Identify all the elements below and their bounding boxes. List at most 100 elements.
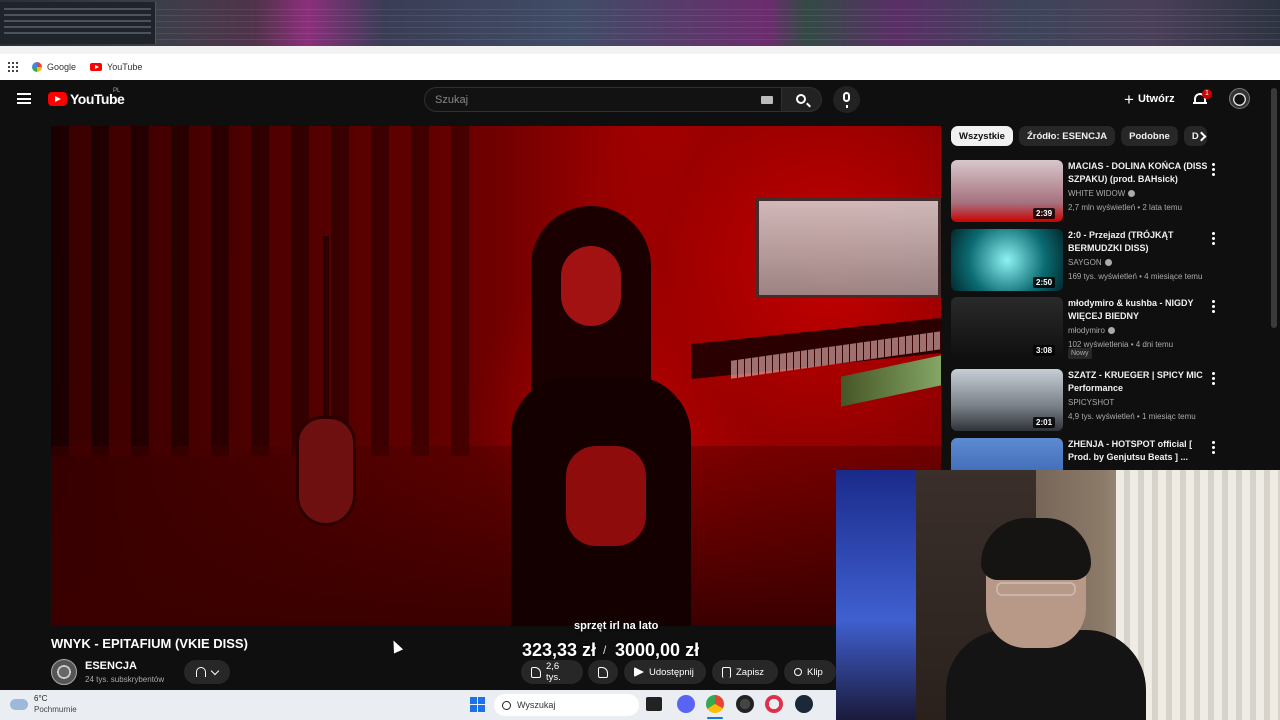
subscriber-count: 24 tys. subskrybentów bbox=[85, 675, 165, 684]
active-app-indicator bbox=[707, 717, 723, 719]
steam-icon[interactable] bbox=[795, 695, 813, 713]
channel-avatar[interactable] bbox=[51, 659, 77, 685]
video-scene-light bbox=[841, 355, 941, 407]
search-icon bbox=[796, 94, 806, 104]
video-scene-curtain bbox=[51, 126, 471, 456]
youtube-icon bbox=[90, 63, 103, 71]
video-duration: 2:39 bbox=[1033, 208, 1056, 219]
chevron-down-icon bbox=[210, 666, 220, 675]
recommendation-channel[interactable]: WHITE WIDOW bbox=[1068, 189, 1136, 198]
clip-button[interactable]: Klip bbox=[784, 660, 836, 684]
daw-window-strip bbox=[0, 0, 1280, 46]
hamburger-menu-icon[interactable] bbox=[17, 93, 31, 104]
new-badge: Nowy bbox=[1068, 348, 1092, 359]
save-button[interactable]: Zapisz bbox=[712, 660, 778, 684]
dislike-button[interactable] bbox=[588, 660, 618, 684]
recommendation-meta: 4,9 tys. wyświetleń • 1 miesiąc temu bbox=[1068, 412, 1196, 421]
more-options-icon[interactable] bbox=[1212, 232, 1215, 245]
recommendation-channel[interactable]: młodymiro bbox=[1068, 326, 1115, 335]
donation-goal-label: sprzęt irl na lato bbox=[574, 620, 659, 632]
recommendation-item[interactable]: 2:39 MACIAS - DOLINA KOŃCA (DISS SZPAKU)… bbox=[951, 160, 1231, 226]
create-button[interactable]: + Utwórz bbox=[1116, 87, 1183, 111]
verified-icon bbox=[1104, 259, 1112, 267]
bookmark-youtube[interactable]: YouTube bbox=[90, 62, 142, 72]
video-duration: 2:50 bbox=[1033, 277, 1056, 288]
more-options-icon[interactable] bbox=[1212, 372, 1215, 385]
file-explorer-icon[interactable] bbox=[646, 697, 662, 711]
video-duration: 3:08 bbox=[1033, 345, 1056, 356]
bookmarks-bar: Google YouTube bbox=[0, 54, 1280, 80]
more-options-icon[interactable] bbox=[1212, 163, 1215, 176]
like-button[interactable]: 2,6 tys. bbox=[521, 660, 583, 684]
recommendation-title[interactable]: 2:0 - Przejazd (TRÓJKĄT BERMUDZKI DISS) bbox=[1068, 229, 1214, 255]
search-input[interactable]: Szukaj bbox=[424, 87, 782, 112]
apps-grid-icon[interactable] bbox=[8, 62, 18, 72]
recommendation-filter-chips: Wszystkie Źródło: ESENCJA Podobne D bbox=[951, 126, 1211, 146]
recommendation-channel[interactable]: SAYGON bbox=[1068, 258, 1112, 267]
verified-icon bbox=[1128, 190, 1136, 198]
chip-all[interactable]: Wszystkie bbox=[951, 126, 1013, 146]
video-duration: 2:01 bbox=[1033, 417, 1056, 428]
donation-separator: / bbox=[603, 643, 607, 657]
search-button[interactable] bbox=[782, 87, 822, 112]
bookmark-google[interactable]: Google bbox=[32, 62, 76, 72]
recommendation-title[interactable]: młodymiro & kushba - NIGDY WIĘCEJ BIEDNY bbox=[1068, 297, 1214, 323]
account-avatar[interactable] bbox=[1229, 88, 1250, 109]
google-icon bbox=[32, 62, 42, 72]
windows-taskbar: 6°C Pochmurnie Wyszukaj bbox=[0, 690, 836, 720]
screen: Google YouTube YouTube PL Szukaj + Utwór… bbox=[0, 0, 1280, 720]
video-player[interactable] bbox=[51, 126, 941, 626]
thumbs-up-icon bbox=[531, 666, 541, 678]
youtube-header: YouTube PL Szukaj + Utwórz bbox=[0, 80, 1280, 118]
video-scene-person bbox=[471, 206, 751, 626]
weather-description[interactable]: Pochmurnie bbox=[34, 705, 77, 714]
video-scene-guitar bbox=[291, 236, 361, 536]
temperature[interactable]: 6°C bbox=[34, 694, 47, 703]
microphone-icon bbox=[843, 92, 850, 108]
video-scene-monitor bbox=[756, 198, 941, 298]
region-code: PL bbox=[113, 88, 121, 94]
like-count: 2,6 tys. bbox=[545, 661, 561, 683]
opera-icon[interactable] bbox=[765, 695, 783, 713]
recommendation-title[interactable]: MACIAS - DOLINA KOŃCA (DISS SZPAKU) (pro… bbox=[1068, 160, 1214, 186]
browser-address-bar[interactable] bbox=[0, 46, 1280, 54]
chrome-icon[interactable] bbox=[706, 695, 724, 713]
bell-icon bbox=[196, 667, 206, 677]
more-options-icon[interactable] bbox=[1212, 441, 1215, 454]
more-options-icon[interactable] bbox=[1212, 300, 1215, 313]
daw-tracks bbox=[0, 4, 1280, 40]
channel-name[interactable]: ESENCJA bbox=[85, 660, 137, 672]
taskbar-search-input[interactable]: Wyszukaj bbox=[494, 694, 639, 716]
chip-source[interactable]: Źródło: ESENCJA bbox=[1018, 126, 1116, 146]
daw-browser-panel bbox=[0, 2, 156, 44]
verified-icon bbox=[1107, 327, 1115, 335]
mouse-cursor-icon bbox=[388, 638, 404, 654]
share-icon bbox=[634, 667, 644, 677]
cloud-icon[interactable] bbox=[10, 699, 28, 710]
recommendation-item[interactable]: 2:50 2:0 - Przejazd (TRÓJKĄT BERMUDZKI D… bbox=[951, 229, 1231, 295]
subscription-notifications-button[interactable] bbox=[184, 660, 230, 684]
video-title: WNYK - EPITAFIUM (VKIE DISS) bbox=[51, 636, 248, 651]
scissors-icon bbox=[794, 668, 802, 676]
chip-similar[interactable]: Podobne bbox=[1121, 126, 1178, 146]
page-scrollbar[interactable] bbox=[1271, 88, 1277, 328]
recommendation-item[interactable]: 3:08 młodymiro & kushba - NIGDY WIĘCEJ B… bbox=[951, 297, 1231, 363]
share-button[interactable]: Udostępnij bbox=[624, 660, 706, 684]
donation-current-amount: 323,33 zł bbox=[522, 640, 597, 660]
webcam-overlay bbox=[836, 470, 1280, 720]
voice-search-button[interactable] bbox=[833, 86, 860, 113]
recommendation-title[interactable]: SZATZ - KRUEGER | SPICY MIC Performance bbox=[1068, 369, 1214, 395]
donation-goal-amount: 3000,00 zł bbox=[615, 640, 700, 660]
thumbs-down-icon bbox=[598, 666, 608, 678]
search-placeholder: Szukaj bbox=[435, 93, 469, 106]
recommendation-channel[interactable]: SPICYSHOT bbox=[1068, 398, 1114, 407]
chrome-profile-icon[interactable] bbox=[736, 695, 754, 713]
notification-count-badge: 1 bbox=[1202, 89, 1212, 99]
windows-start-icon[interactable] bbox=[470, 697, 485, 712]
discord-icon[interactable] bbox=[677, 695, 695, 713]
keyboard-icon[interactable] bbox=[761, 96, 773, 104]
recommendation-item[interactable]: 2:01 SZATZ - KRUEGER | SPICY MIC Perform… bbox=[951, 369, 1231, 435]
recommendation-meta: 2,7 mln wyświetleń • 2 lata temu bbox=[1068, 203, 1182, 212]
plus-icon: + bbox=[1124, 89, 1134, 109]
recommendation-title[interactable]: ZHENJA - HOTSPOT official [ Prod. by Gen… bbox=[1068, 438, 1214, 464]
